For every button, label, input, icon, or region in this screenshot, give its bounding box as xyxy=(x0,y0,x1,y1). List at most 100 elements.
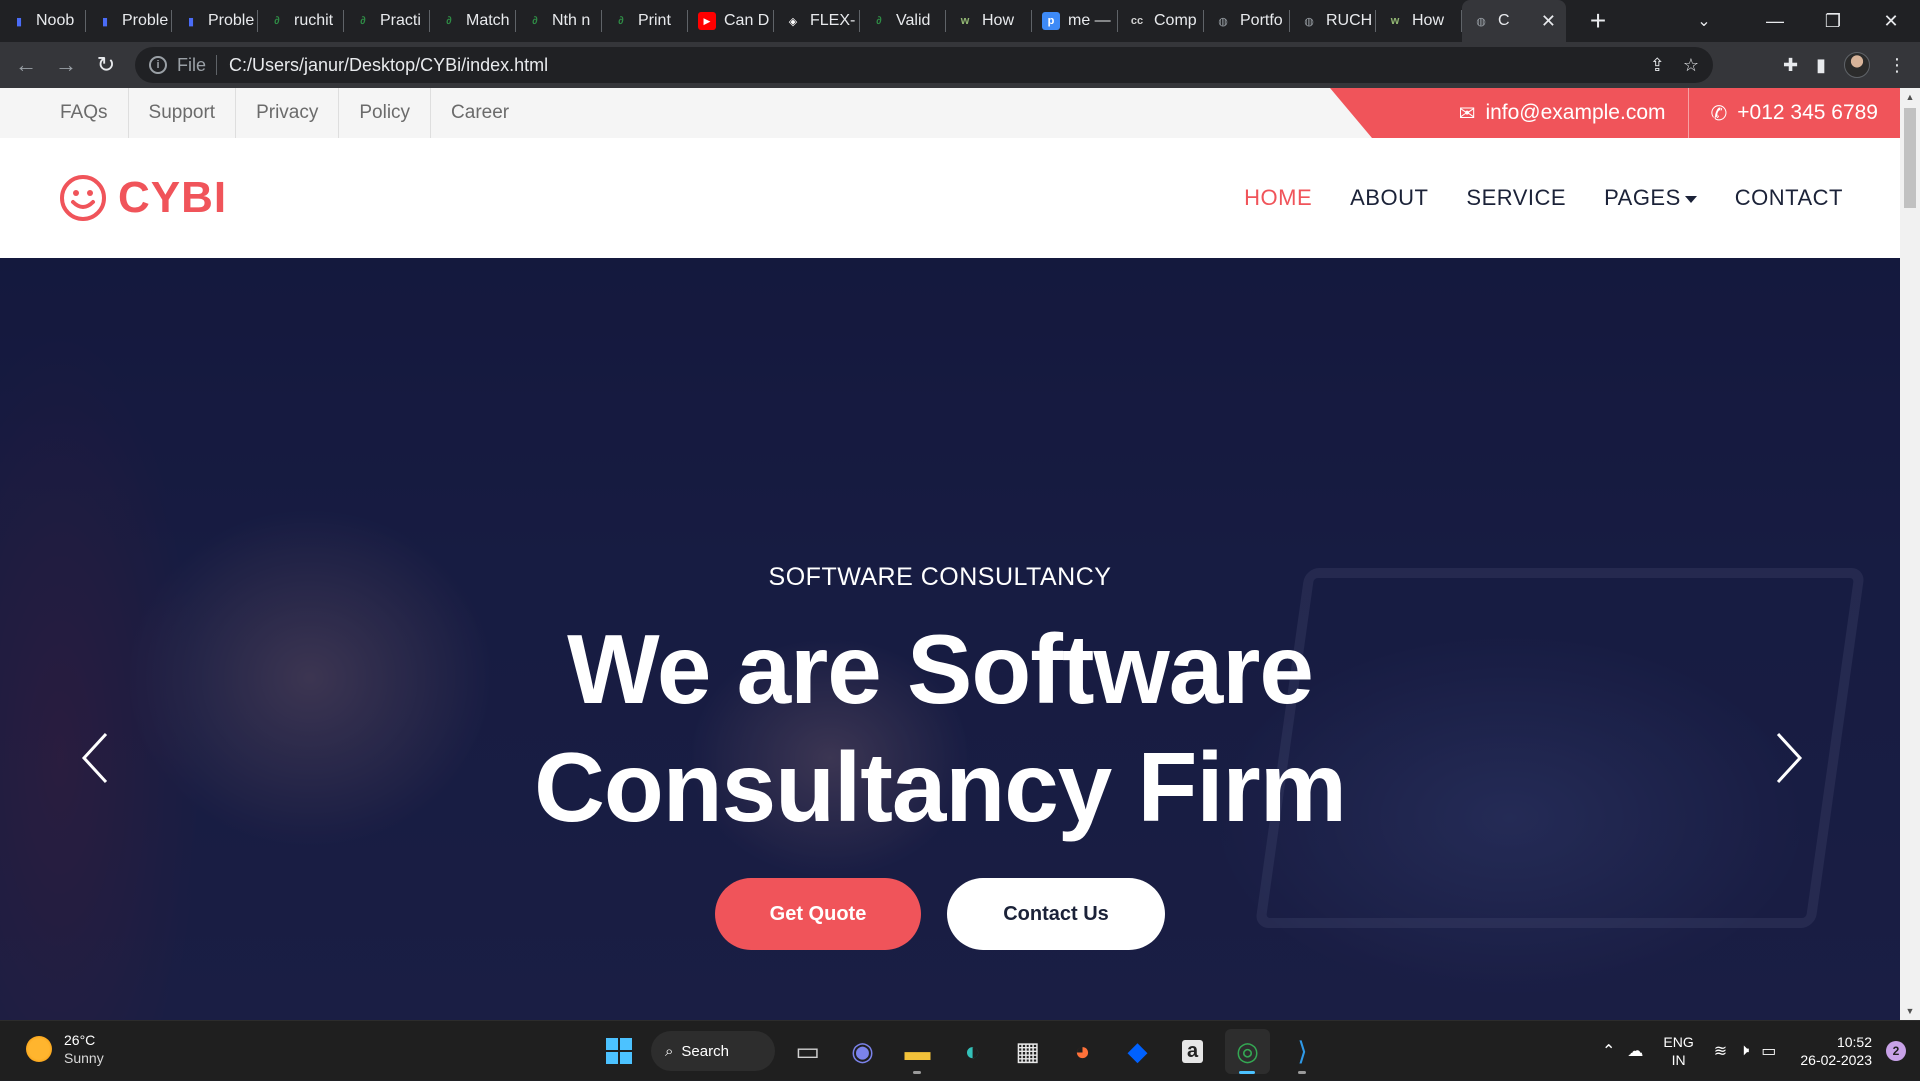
battery-icon[interactable]: ▭ xyxy=(1761,1041,1776,1061)
site-logo[interactable]: CYBI xyxy=(58,138,227,258)
amazon-icon[interactable]: a xyxy=(1170,1029,1215,1074)
taskbar-search[interactable]: ⌕ Search xyxy=(651,1031,775,1071)
browser-tab[interactable]: ◍ Portfo xyxy=(1204,0,1290,42)
contact-us-button[interactable]: Contact Us xyxy=(947,878,1165,950)
browser-tab[interactable]: ∂ Valid xyxy=(860,0,946,42)
browser-tab[interactable]: ▮ Noob xyxy=(0,0,86,42)
notification-badge[interactable]: 2 xyxy=(1886,1041,1906,1061)
browser-tab[interactable]: ◈ FLEX- xyxy=(774,0,860,42)
file-explorer-icon[interactable]: ▭ xyxy=(785,1029,830,1074)
envelope-icon: ✉ xyxy=(1458,102,1476,125)
onedrive-icon[interactable]: ☁ xyxy=(1627,1041,1643,1061)
language-indicator[interactable]: ENG IN xyxy=(1663,1033,1693,1069)
browser-tab[interactable]: w How xyxy=(946,0,1032,42)
get-quote-button[interactable]: Get Quote xyxy=(715,878,921,950)
extension-area: ✚ ▮ ⋮ xyxy=(1783,42,1920,88)
back-icon[interactable]: ← xyxy=(6,45,46,85)
menu-kebab-icon[interactable]: ⋮ xyxy=(1888,55,1906,76)
globe-icon: ◍ xyxy=(1304,15,1314,28)
tab-search-icon[interactable]: ⌄ xyxy=(1684,0,1724,42)
hero-title-line-1: We are Software xyxy=(567,614,1314,724)
email-text: info@example.com xyxy=(1485,101,1666,124)
speaker-muted-icon[interactable]: 🕨 xyxy=(1739,1042,1749,1060)
firefox-icon[interactable]: ◕ xyxy=(1060,1029,1105,1074)
browser-tab[interactable]: ∂ Match xyxy=(430,0,516,42)
carousel-next-icon[interactable] xyxy=(1768,728,1808,788)
address-bar[interactable]: i File C:/Users/janur/Desktop/CYBi/index… xyxy=(135,47,1713,83)
url-text[interactable]: C:/Users/janur/Desktop/CYBi/index.html xyxy=(229,55,548,76)
tab-title: Nth n xyxy=(552,12,591,29)
clock[interactable]: 10:52 26-02-2023 xyxy=(1800,1033,1872,1069)
side-panel-icon[interactable]: ▮ xyxy=(1816,55,1826,76)
lang-line-2: IN xyxy=(1671,1052,1686,1068)
vscode-icon[interactable]: ⟩ xyxy=(1280,1029,1325,1074)
browser-tab[interactable]: ▶ Can D xyxy=(688,0,774,42)
browser-tab[interactable]: ∂ ruchit xyxy=(258,0,344,42)
scroll-thumb[interactable] xyxy=(1904,108,1916,208)
chevron-up-icon[interactable]: ⌃ xyxy=(1602,1041,1615,1061)
chrome-icon[interactable]: ◎ xyxy=(1225,1028,1270,1074)
site-info-icon[interactable]: i xyxy=(149,56,167,74)
browser-tab[interactable]: ◍ RUCH xyxy=(1290,0,1376,42)
close-tab-icon[interactable]: ✕ xyxy=(1541,11,1556,32)
browser-tab[interactable]: ∂ Print xyxy=(602,0,688,42)
page-scrollbar[interactable]: ▲ ▼ xyxy=(1900,88,1920,1020)
bookmark-star-icon[interactable]: ☆ xyxy=(1683,55,1699,76)
profile-avatar[interactable] xyxy=(1844,52,1870,78)
tab-title: FLEX- xyxy=(810,12,856,29)
carousel-prev-icon[interactable] xyxy=(76,728,116,788)
nav-item-home[interactable]: HOME xyxy=(1225,185,1331,211)
windows-taskbar: 26°C Sunny ⌕ Search ▭ ◉ ▬ ◐ ▦ ◕ ◆ a ◎ ⟩ ⌃ ☁ ENG I… xyxy=(0,1020,1920,1080)
nav-item-about[interactable]: ABOUT xyxy=(1331,185,1447,211)
browser-tab[interactable]: ∂ Practi xyxy=(344,0,430,42)
email-contact[interactable]: ✉ info@example.com xyxy=(1437,88,1689,138)
browser-tab[interactable]: w How xyxy=(1376,0,1462,42)
lang-line-1: ENG xyxy=(1663,1034,1694,1050)
extensions-puzzle-icon[interactable]: ✚ xyxy=(1783,55,1798,76)
reload-icon[interactable]: ↻ xyxy=(86,45,126,85)
new-tab-button[interactable]: + xyxy=(1580,5,1616,37)
top-link-privacy[interactable]: Privacy xyxy=(236,88,340,138)
phone-contact[interactable]: ✆ +012 345 6789 xyxy=(1689,88,1901,138)
scroll-up-icon[interactable]: ▲ xyxy=(1900,88,1920,106)
browser-tab[interactable]: p me — xyxy=(1032,0,1118,42)
share-icon[interactable]: ⇪ xyxy=(1650,55,1665,76)
close-window-icon[interactable]: ✕ xyxy=(1862,0,1920,42)
hero-content: SOFTWARE CONSULTANCY We are Software Con… xyxy=(0,258,1900,1020)
dropbox-icon[interactable]: ◆ xyxy=(1115,1029,1160,1074)
nav-item-service[interactable]: SERVICE xyxy=(1447,185,1585,211)
hero-buttons: Get Quote Contact Us xyxy=(0,878,1880,950)
browser-tab[interactable]: ∂ Nth n xyxy=(516,0,602,42)
tab-title: RUCH xyxy=(1326,12,1373,29)
top-link-policy[interactable]: Policy xyxy=(339,88,432,138)
top-link-faqs[interactable]: FAQs xyxy=(40,88,129,138)
browser-tab[interactable]: ▮ Proble xyxy=(172,0,258,42)
nav-item-label: CONTACT xyxy=(1734,185,1843,210)
gfg-icon: ∂ xyxy=(532,15,538,27)
teams-icon[interactable]: ◉ xyxy=(840,1029,885,1074)
hero-subtitle: SOFTWARE CONSULTANCY xyxy=(768,563,1112,591)
tab-strip: ▮ Noob ▮ Proble ▮ Proble ∂ ruchit ∂ Practi ∂ Match ∂… xyxy=(0,0,1920,42)
store-icon[interactable]: ▦ xyxy=(1005,1029,1050,1074)
nav-item-contact[interactable]: CONTACT xyxy=(1716,185,1862,211)
tab-title: Proble xyxy=(208,12,255,29)
wifi-icon[interactable]: ≋ xyxy=(1714,1041,1727,1061)
top-link-career[interactable]: Career xyxy=(431,88,529,138)
tab-title: Noob xyxy=(36,12,75,29)
tab-title: C xyxy=(1498,12,1510,29)
folder-icon[interactable]: ▬ xyxy=(895,1029,940,1074)
nav-item-pages[interactable]: PAGES xyxy=(1585,185,1716,211)
browser-tab[interactable]: cc Comp xyxy=(1118,0,1204,42)
minimize-icon[interactable]: — xyxy=(1746,0,1804,42)
edge-icon[interactable]: ◐ xyxy=(950,1029,995,1074)
browser-tab[interactable]: ◍ C ✕ xyxy=(1462,0,1566,42)
restore-icon[interactable]: ❐ xyxy=(1804,0,1862,42)
weather-widget[interactable]: 26°C Sunny xyxy=(26,1031,104,1067)
gfg-icon: ∂ xyxy=(446,15,452,27)
forward-icon[interactable]: → xyxy=(46,45,86,85)
top-link-support[interactable]: Support xyxy=(129,88,237,138)
caret-down-icon xyxy=(1684,195,1697,203)
start-windows-icon[interactable] xyxy=(596,1029,641,1074)
browser-tab[interactable]: ▮ Proble xyxy=(86,0,172,42)
scroll-down-icon[interactable]: ▼ xyxy=(1900,1002,1920,1020)
